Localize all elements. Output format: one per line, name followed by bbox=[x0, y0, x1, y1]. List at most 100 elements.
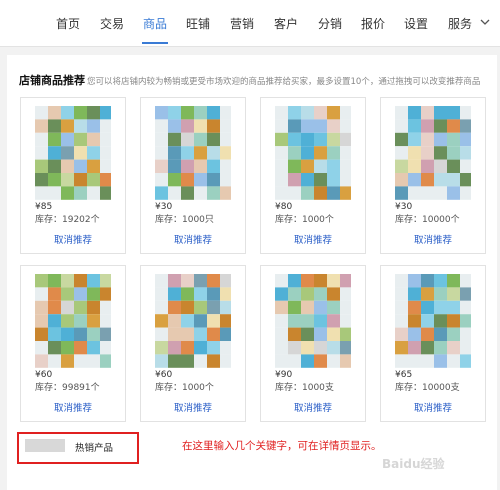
nav-customers[interactable]: 客户 bbox=[274, 16, 298, 32]
product-price: ¥60 bbox=[155, 370, 173, 380]
nav-shop[interactable]: 旺铺 bbox=[186, 16, 210, 32]
mosaic-cell bbox=[275, 341, 288, 355]
product-card[interactable]: ¥90 库存：1000支 取消推荐 bbox=[260, 265, 366, 422]
mosaic-cell bbox=[100, 186, 113, 200]
mosaic-cell bbox=[181, 327, 194, 341]
product-card[interactable]: ¥60 库存：1000个 取消推荐 bbox=[140, 265, 246, 422]
mosaic-cell bbox=[207, 314, 220, 328]
thumbnail-mosaic bbox=[275, 274, 353, 368]
mosaic-cell bbox=[61, 159, 74, 173]
mosaic-cell bbox=[301, 119, 314, 133]
annotation-note: 在这里输入几个关键字，可在详情页显示。 bbox=[182, 440, 382, 452]
product-thumbnail bbox=[395, 274, 473, 368]
mosaic-cell bbox=[460, 132, 473, 147]
mosaic-cell bbox=[314, 300, 327, 315]
mosaic-cell bbox=[395, 300, 408, 315]
mosaic-cell bbox=[87, 146, 100, 160]
cancel-recommend-link[interactable]: 取消推荐 bbox=[141, 403, 245, 415]
mosaic-cell bbox=[421, 274, 434, 288]
mosaic-cell bbox=[194, 132, 207, 147]
mosaic-cell bbox=[74, 314, 87, 328]
mosaic-cell bbox=[301, 132, 314, 147]
mosaic-cell bbox=[168, 314, 181, 328]
mosaic-cell bbox=[288, 132, 301, 147]
cancel-recommend-link[interactable]: 取消推荐 bbox=[381, 235, 485, 247]
mosaic-cell bbox=[87, 119, 100, 133]
cancel-recommend-link[interactable]: 取消推荐 bbox=[381, 403, 485, 415]
mosaic-cell bbox=[340, 314, 353, 328]
mosaic-cell bbox=[35, 354, 48, 368]
mosaic-cell bbox=[207, 186, 220, 200]
mosaic-cell bbox=[275, 159, 288, 173]
mosaic-cell bbox=[61, 354, 74, 368]
cancel-recommend-link[interactable]: 取消推荐 bbox=[21, 235, 125, 247]
thumbnail-mosaic bbox=[155, 274, 233, 368]
product-card[interactable]: ¥85 库存：19202个 取消推荐 bbox=[20, 97, 126, 254]
mosaic-cell bbox=[421, 146, 434, 160]
product-card[interactable]: ¥80 库存：1000个 取消推荐 bbox=[260, 97, 366, 254]
mosaic-cell bbox=[408, 106, 421, 120]
nav-settings[interactable]: 设置 bbox=[404, 16, 428, 32]
mosaic-cell bbox=[194, 159, 207, 173]
nav-trade[interactable]: 交易 bbox=[100, 16, 124, 32]
mosaic-cell bbox=[35, 119, 48, 133]
mosaic-cell bbox=[207, 173, 220, 187]
mosaic-cell bbox=[155, 106, 168, 120]
mosaic-cell bbox=[340, 106, 353, 120]
product-card[interactable]: ¥30 库存：1000只 取消推荐 bbox=[140, 97, 246, 254]
mosaic-cell bbox=[327, 274, 340, 288]
mosaic-cell bbox=[395, 119, 408, 133]
product-price: ¥30 bbox=[395, 202, 413, 212]
mosaic-cell bbox=[35, 173, 48, 187]
product-card[interactable]: ¥30 库存：10000个 取消推荐 bbox=[380, 97, 486, 254]
mosaic-cell bbox=[207, 300, 220, 315]
mosaic-cell bbox=[314, 106, 327, 120]
mosaic-cell bbox=[301, 341, 314, 355]
cancel-recommend-link[interactable]: 取消推荐 bbox=[261, 235, 365, 247]
mosaic-cell bbox=[395, 341, 408, 355]
mosaic-cell bbox=[61, 186, 74, 200]
mosaic-cell bbox=[61, 314, 74, 328]
mosaic-cell bbox=[314, 173, 327, 187]
nav-marketing[interactable]: 营销 bbox=[230, 16, 254, 32]
mosaic-cell bbox=[48, 327, 61, 341]
mosaic-cell bbox=[340, 159, 353, 173]
mosaic-cell bbox=[61, 341, 74, 355]
product-price: ¥80 bbox=[275, 202, 293, 212]
mosaic-cell bbox=[48, 173, 61, 187]
nav-products[interactable]: 商品 bbox=[143, 16, 167, 32]
mosaic-cell bbox=[288, 146, 301, 160]
mosaic-cell bbox=[194, 146, 207, 160]
product-card[interactable]: ¥65 库存：10000支 取消推荐 bbox=[380, 265, 486, 422]
nav-distribution[interactable]: 分销 bbox=[318, 16, 342, 32]
cancel-recommend-link[interactable]: 取消推荐 bbox=[141, 235, 245, 247]
mosaic-cell bbox=[288, 119, 301, 133]
mosaic-cell bbox=[288, 106, 301, 120]
nav-service[interactable]: 服务 bbox=[448, 16, 472, 32]
cancel-recommend-link[interactable]: 取消推荐 bbox=[261, 403, 365, 415]
product-card[interactable]: ¥60 库存：99891个 取消推荐 bbox=[20, 265, 126, 422]
nav-home[interactable]: 首页 bbox=[56, 16, 80, 32]
chevron-down-icon[interactable] bbox=[480, 17, 490, 27]
mosaic-cell bbox=[181, 132, 194, 147]
mosaic-cell bbox=[288, 327, 301, 341]
keyword-input[interactable]: 热销产品 bbox=[17, 432, 139, 464]
mosaic-cell bbox=[275, 287, 288, 301]
mosaic-cell bbox=[220, 300, 233, 315]
mosaic-cell bbox=[74, 132, 87, 147]
mosaic-cell bbox=[87, 132, 100, 147]
mosaic-cell bbox=[275, 354, 288, 368]
mosaic-cell bbox=[155, 132, 168, 147]
mosaic-cell bbox=[327, 159, 340, 173]
thumbnail-mosaic bbox=[395, 274, 473, 368]
top-nav: 首页 交易 商品 旺铺 营销 客户 分销 报价 设置 服务 bbox=[0, 0, 500, 47]
mosaic-cell bbox=[408, 173, 421, 187]
cancel-recommend-link[interactable]: 取消推荐 bbox=[21, 403, 125, 415]
mosaic-cell bbox=[207, 327, 220, 341]
mosaic-cell bbox=[395, 173, 408, 187]
mosaic-cell bbox=[275, 327, 288, 341]
mosaic-cell bbox=[434, 314, 447, 328]
mosaic-cell bbox=[74, 354, 87, 368]
mosaic-cell bbox=[275, 300, 288, 315]
nav-quote[interactable]: 报价 bbox=[361, 16, 385, 32]
